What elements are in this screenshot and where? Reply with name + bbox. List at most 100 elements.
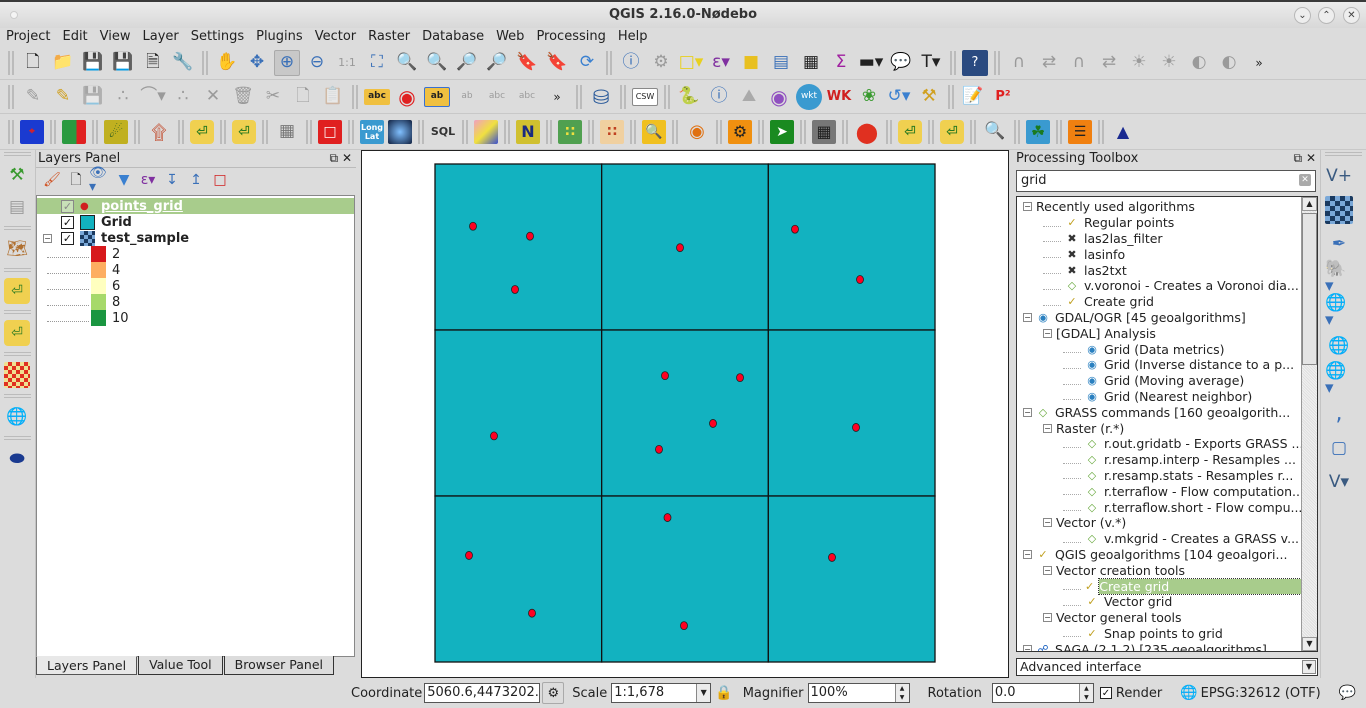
- zoom-native-icon[interactable]: 1:1: [334, 50, 360, 76]
- tree-group[interactable]: − ◉ GDAL/OGR [45 geoalgorithms]: [1017, 310, 1317, 326]
- tree-group[interactable]: − ◇ GRASS commands [160 geoalgorith...: [1017, 404, 1317, 420]
- delete-selected-icon[interactable]: 🗑: [230, 84, 256, 110]
- menu-project[interactable]: Project: [0, 28, 56, 46]
- p2-icon[interactable]: P²: [990, 84, 1016, 110]
- menu-view[interactable]: View: [94, 28, 137, 46]
- gears-icon[interactable]: ⚙: [728, 119, 752, 144]
- add-group-icon[interactable]: 🗋: [65, 169, 87, 191]
- toolbar-grip[interactable]: [504, 119, 510, 144]
- collapse-icon[interactable]: −: [1043, 613, 1052, 623]
- float-panel-icon[interactable]: ⧉: [330, 151, 339, 165]
- toolbar-overflow-icon[interactable]: »: [544, 84, 570, 110]
- plugin-purple-icon[interactable]: ◉: [766, 84, 792, 110]
- identify-plugin-icon[interactable]: ⓘ: [706, 84, 732, 110]
- tree-group[interactable]: − Vector (v.*): [1017, 515, 1317, 531]
- menu-processing[interactable]: Processing: [530, 28, 611, 46]
- calendar-icon[interactable]: □: [318, 119, 342, 144]
- layer-item-grid[interactable]: ✓ Grid: [37, 214, 354, 230]
- add-raster-layer-icon[interactable]: [1325, 196, 1353, 224]
- rotate-icon[interactable]: ↺▾: [886, 84, 912, 110]
- new-bookmark-icon[interactable]: 🔖: [514, 50, 540, 76]
- menu-web[interactable]: Web: [490, 28, 530, 46]
- satellite-icon[interactable]: ☄: [104, 119, 128, 144]
- geocode-icon[interactable]: 🔍: [982, 119, 1008, 145]
- toolbar-grip[interactable]: [842, 119, 848, 144]
- toolbar-grip[interactable]: [134, 119, 140, 144]
- toolbar-grip[interactable]: [4, 394, 31, 398]
- treasure-map-icon[interactable]: 🗺: [4, 236, 30, 262]
- tree-group[interactable]: − [GDAL] Analysis: [1017, 325, 1317, 341]
- coordinate-field[interactable]: 5060.6,4473202.7: [424, 683, 541, 703]
- toolbar-grip[interactable]: [4, 310, 31, 314]
- tree-group[interactable]: − Recently used algorithms: [1017, 199, 1317, 215]
- algorithm-item[interactable]: ◉ Grid (Inverse distance to a p...: [1017, 357, 1317, 373]
- spinner-arrows-icon[interactable]: ▲ ▼: [1078, 684, 1093, 702]
- add-comma-layer-icon[interactable]: ,: [1325, 400, 1353, 428]
- network-icon[interactable]: ⌖: [20, 119, 44, 144]
- toolbar-grip[interactable]: [8, 84, 14, 109]
- toolbar-grip[interactable]: [546, 119, 552, 144]
- add-spatialite-layer-icon[interactable]: ▢: [1325, 434, 1353, 462]
- map-canvas[interactable]: [361, 150, 1009, 678]
- add-feature-icon[interactable]: ∴: [110, 84, 136, 110]
- toolbar-grip[interactable]: [716, 119, 722, 144]
- layer-item-test-sample[interactable]: − ✓ test_sample: [37, 230, 354, 246]
- copy-icon[interactable]: 🗋: [290, 84, 316, 110]
- algorithm-item[interactable]: ✖ las2las_filter: [1017, 231, 1317, 247]
- new-shapefile-icon[interactable]: V▾: [1325, 468, 1353, 496]
- toolbar-grip[interactable]: [4, 436, 31, 440]
- lock-scale-icon[interactable]: 🔒: [715, 685, 732, 701]
- visibility-icon[interactable]: 👁▾: [89, 166, 111, 194]
- tree-group[interactable]: − ☍ SAGA (2.1.2) [235 geoalgorithms]: [1017, 641, 1317, 651]
- algorithm-item[interactable]: ◇ r.out.gridatb - Exports GRASS ...: [1017, 436, 1317, 452]
- toolbar-grip[interactable]: [4, 152, 31, 156]
- open-project-icon[interactable]: 📁: [50, 50, 76, 76]
- algorithm-search-input[interactable]: grid ✕: [1016, 170, 1316, 192]
- georef-icon[interactable]: ▦: [812, 119, 836, 144]
- menu-plugins[interactable]: Plugins: [250, 28, 309, 46]
- zoom-last-icon[interactable]: 🔎: [454, 50, 480, 76]
- scroll-down-icon[interactable]: ▼: [1302, 637, 1317, 651]
- toolbar-grip[interactable]: [4, 352, 31, 356]
- scale-combo[interactable]: 1:1,678 ▼: [611, 683, 712, 703]
- style-brush-icon[interactable]: 🖌: [41, 169, 63, 191]
- sql-icon[interactable]: SQL: [430, 119, 456, 145]
- select-by-expression-icon[interactable]: ε▾: [708, 50, 734, 76]
- menu-layer[interactable]: Layer: [137, 28, 185, 46]
- profile-1-icon[interactable]: ∩: [1006, 50, 1032, 76]
- measure-icon[interactable]: ▬▾: [858, 50, 884, 76]
- toolbar-grip[interactable]: [1056, 119, 1062, 144]
- profile-4-icon[interactable]: ⇄: [1096, 50, 1122, 76]
- menu-help[interactable]: Help: [612, 28, 654, 46]
- toolbar-grip[interactable]: [348, 119, 354, 144]
- algorithm-item[interactable]: ◇ r.resamp.stats - Resamples r...: [1017, 468, 1317, 484]
- layer-checkbox[interactable]: ✓: [61, 215, 74, 229]
- toolbar-grip[interactable]: [50, 119, 56, 144]
- toolbar-overflow-icon[interactable]: »: [1246, 50, 1272, 76]
- toolbar-grip[interactable]: [664, 84, 670, 109]
- plugin-c-icon[interactable]: ⏎: [898, 119, 922, 144]
- map-layout-icon[interactable]: ▤: [4, 194, 30, 220]
- select-features-icon[interactable]: □▾: [678, 50, 704, 76]
- collapse-icon[interactable]: −: [1023, 549, 1032, 559]
- toggle-editing-icon[interactable]: ✎: [50, 84, 76, 110]
- toolbar-grip[interactable]: [418, 119, 424, 144]
- toggle-extents-icon[interactable]: ⚙: [542, 682, 565, 704]
- algorithm-item[interactable]: ◇ r.resamp.interp - Resamples ...: [1017, 452, 1317, 468]
- filter-icon[interactable]: ▼: [113, 169, 135, 191]
- toolbar-grip[interactable]: [262, 119, 268, 144]
- menu-database[interactable]: Database: [416, 28, 490, 46]
- help-icon[interactable]: ?: [962, 49, 988, 76]
- menu-edit[interactable]: Edit: [56, 28, 93, 46]
- maximize-button[interactable]: ⌃: [1318, 7, 1335, 24]
- toolbar-grip[interactable]: [8, 119, 14, 144]
- marker-icon[interactable]: ◉: [684, 119, 710, 145]
- terrain-icon[interactable]: ⛰: [736, 84, 762, 110]
- bird-icon[interactable]: ➤: [770, 119, 794, 144]
- menu-raster[interactable]: Raster: [362, 28, 416, 46]
- plugin-d-icon[interactable]: ⏎: [940, 119, 964, 144]
- toolbar-grip[interactable]: [758, 119, 764, 144]
- toolbar-grip[interactable]: [352, 84, 358, 109]
- tab-browser-panel[interactable]: Browser Panel: [223, 656, 335, 675]
- clear-search-icon[interactable]: ✕: [1299, 174, 1311, 186]
